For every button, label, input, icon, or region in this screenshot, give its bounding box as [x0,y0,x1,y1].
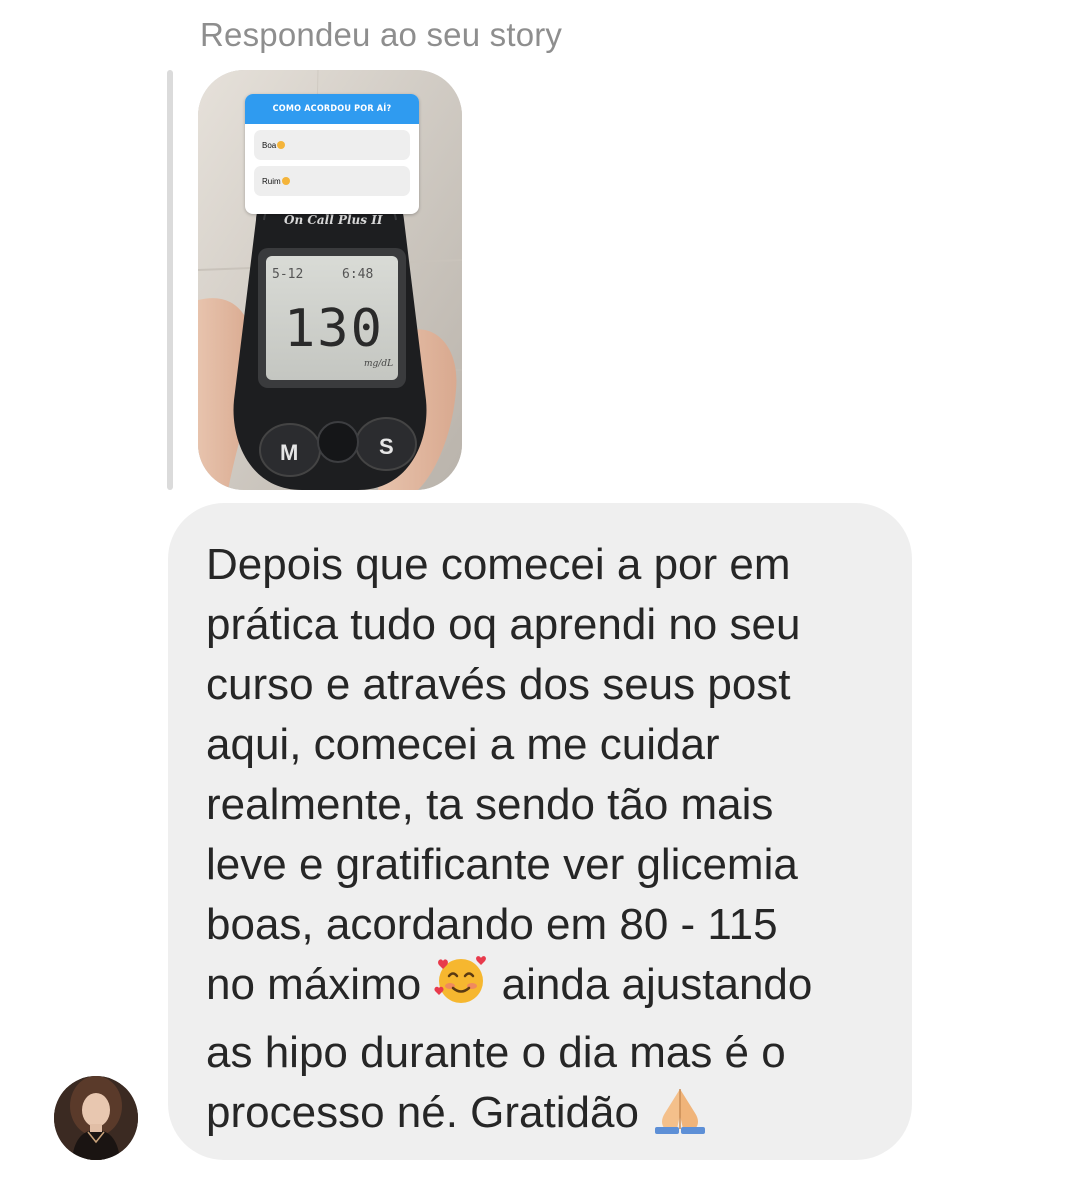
meter-s-button: S [379,434,394,459]
message-line: no máximo [206,960,422,1009]
quote-bar [167,70,173,490]
poll-option-label: Boa [262,140,277,150]
message-line: curso e através dos seus post [206,660,791,709]
poll-option-ruim: Ruim [254,166,410,196]
smiling-face-with-hearts-icon [433,955,489,1023]
message-text: Depois que comecei a por em prática tudo… [206,535,882,1151]
message-line: prática tudo oq aprendi no seu [206,600,801,649]
avatar-icon [54,1076,138,1160]
story-thumbnail[interactable]: On Call Plus II 5-12 6:48 130 mg/dL M S … [198,70,462,490]
emoji-icon [277,141,286,149]
folded-hands-icon [651,1085,709,1151]
poll-question: COMO ACORDOU POR AÍ? [245,94,419,124]
meter-unit: mg/dL [364,359,393,369]
meter-reading: 130 [284,299,384,359]
dm-thread: Respondeu ao seu story On Call Plus II 5… [0,0,1080,1185]
meter-time: 6:48 [342,267,373,282]
meter-date: 5-12 [272,267,303,282]
story-poll-sticker: COMO ACORDOU POR AÍ? Boa Ruim [245,94,419,214]
message-line: leve e gratificante ver glicemia [206,840,798,889]
message-line: as hipo durante o dia mas é o [206,1028,786,1077]
message-line: processo né. Gratidão [206,1088,639,1137]
meter-brand: On Call Plus II [284,213,383,227]
message-line: aqui, comecei a me cuidar [206,720,720,769]
emoji-icon [281,177,290,185]
poll-option-label: Ruim [262,176,281,186]
message-bubble[interactable]: Depois que comecei a por em prática tudo… [168,503,912,1160]
poll-option-boa: Boa [254,130,410,160]
message-line: realmente, ta sendo tão mais [206,780,774,829]
sender-avatar[interactable] [54,1076,138,1160]
story-reply-header: Respondeu ao seu story [200,16,563,53]
message-line: boas, acordando em 80 - 115 [206,900,778,949]
message-line: Depois que comecei a por em [206,540,791,589]
meter-m-button: M [280,440,298,465]
message-line: ainda ajustando [501,960,813,1009]
